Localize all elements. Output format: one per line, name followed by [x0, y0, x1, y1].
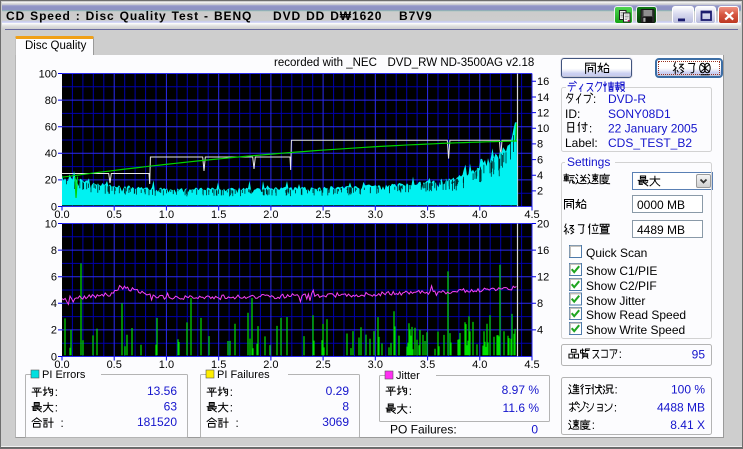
- svg-text::: :: [589, 124, 592, 136]
- svg-text:8: 8: [51, 245, 57, 257]
- svg-text:20: 20: [537, 218, 549, 230]
- svg-text:2: 2: [51, 325, 57, 337]
- svg-text:recorded with _NEC: recorded with _NEC: [274, 57, 377, 69]
- svg-text:2.5: 2.5: [315, 209, 330, 221]
- svg-text:PI Failures: PI Failures: [217, 369, 270, 381]
- svg-text:22 January 2005: 22 January 2005: [608, 122, 698, 136]
- svg-text:6: 6: [51, 272, 57, 284]
- svg-text:16: 16: [537, 76, 549, 88]
- svg-text::: :: [55, 403, 58, 415]
- svg-text:4.0: 4.0: [472, 359, 487, 371]
- svg-text:20: 20: [45, 175, 57, 187]
- svg-text:1.5: 1.5: [211, 209, 226, 221]
- svg-text::: :: [619, 349, 622, 361]
- svg-text:181520: 181520: [137, 415, 177, 429]
- svg-text:6: 6: [537, 154, 543, 166]
- svg-text:10: 10: [45, 218, 57, 230]
- svg-text:2: 2: [537, 186, 543, 198]
- svg-text:3.0: 3.0: [368, 359, 383, 371]
- svg-text::: :: [614, 403, 617, 415]
- svg-text:DVD-R: DVD-R: [608, 92, 646, 106]
- svg-text::: :: [409, 404, 412, 416]
- svg-text:40: 40: [45, 148, 57, 160]
- svg-text:0.5: 0.5: [107, 359, 122, 371]
- svg-text:4: 4: [537, 170, 543, 182]
- svg-text:DVD_RW ND-3500AG v2.18: DVD_RW ND-3500AG v2.18: [388, 57, 535, 69]
- svg-text:4: 4: [51, 298, 57, 310]
- svg-text:8.97 %: 8.97 %: [502, 383, 540, 397]
- svg-text:0.29: 0.29: [326, 384, 350, 398]
- svg-text:3.5: 3.5: [420, 209, 435, 221]
- svg-text:CDS_TEST_B2: CDS_TEST_B2: [608, 136, 692, 150]
- svg-text:100: 100: [39, 68, 57, 80]
- svg-text:4: 4: [537, 325, 543, 337]
- svg-text:63: 63: [164, 400, 178, 414]
- svg-text::: :: [593, 94, 596, 106]
- svg-text:12: 12: [537, 272, 549, 284]
- svg-text::: :: [55, 387, 58, 399]
- svg-text:3.5: 3.5: [420, 359, 435, 371]
- svg-text::: :: [230, 403, 233, 415]
- svg-text:16: 16: [537, 245, 549, 257]
- svg-text:0.5: 0.5: [107, 209, 122, 221]
- svg-text:80: 80: [45, 95, 57, 107]
- svg-text::: :: [592, 420, 595, 432]
- svg-text:1.0: 1.0: [159, 209, 174, 221]
- svg-text:100 %: 100 %: [671, 383, 705, 397]
- svg-text::: :: [61, 418, 64, 430]
- svg-text:PI Errors: PI Errors: [42, 369, 86, 381]
- svg-text:10: 10: [537, 123, 549, 135]
- svg-text::: :: [615, 385, 618, 397]
- svg-text:2.5: 2.5: [315, 359, 330, 371]
- svg-text:13.56: 13.56: [147, 384, 177, 398]
- svg-text::: :: [236, 418, 239, 430]
- svg-text:ID:: ID:: [565, 107, 580, 121]
- svg-text:0: 0: [531, 423, 538, 437]
- svg-text:4.5: 4.5: [524, 359, 539, 371]
- svg-text:2.0: 2.0: [263, 209, 278, 221]
- svg-text:8: 8: [342, 400, 349, 414]
- svg-text:8: 8: [537, 139, 543, 151]
- svg-text:12: 12: [537, 107, 549, 119]
- svg-text:3.0: 3.0: [368, 209, 383, 221]
- svg-text:1.0: 1.0: [159, 359, 174, 371]
- svg-text:Jitter: Jitter: [396, 370, 420, 382]
- svg-text::: :: [230, 387, 233, 399]
- svg-text:8: 8: [537, 298, 543, 310]
- svg-text::: :: [409, 386, 412, 398]
- svg-text:Label:: Label:: [565, 136, 598, 150]
- svg-text:Settings: Settings: [567, 155, 610, 169]
- svg-text:PO Failures:: PO Failures:: [390, 423, 457, 437]
- svg-text:60: 60: [45, 122, 57, 134]
- svg-text:4.0: 4.0: [472, 209, 487, 221]
- svg-text:14: 14: [537, 92, 549, 104]
- svg-text:11.6 %: 11.6 %: [503, 401, 540, 415]
- svg-text:SONY08D1: SONY08D1: [608, 107, 671, 121]
- svg-text:4488 MB: 4488 MB: [657, 401, 705, 415]
- svg-text:95: 95: [692, 348, 706, 362]
- svg-text:8.41 X: 8.41 X: [670, 418, 705, 432]
- svg-text:3069: 3069: [322, 415, 349, 429]
